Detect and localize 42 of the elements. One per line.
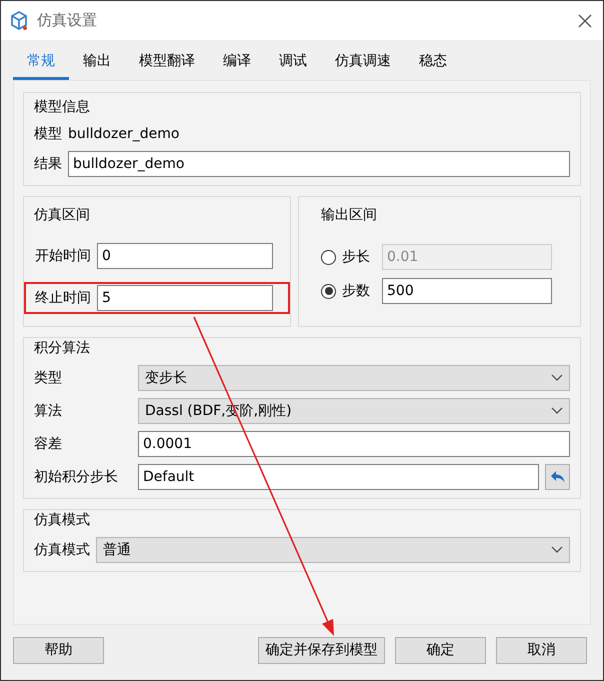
field-label: 算法	[34, 402, 63, 420]
field-label: 仿真模式	[34, 540, 90, 560]
field-label: 模型	[34, 125, 62, 144]
tab[interactable]: 模型翻译	[125, 48, 209, 80]
dialog-button[interactable]: 确定	[395, 637, 486, 664]
dialog-button[interactable]: 确定并保存到模型	[258, 637, 385, 664]
field-label: 终止时间	[35, 288, 91, 308]
field-label: 开始时间	[35, 246, 91, 266]
input-field[interactable]: 5	[97, 285, 273, 311]
model-name: bulldozer_demo	[68, 125, 180, 144]
dropdown[interactable]: 变步长	[138, 365, 570, 391]
input-field[interactable]: bulldozer_demo	[68, 151, 570, 177]
tab[interactable]: 稳态	[405, 48, 461, 80]
window-title: 仿真设置	[37, 10, 98, 32]
tab[interactable]: 编译	[209, 48, 265, 80]
radio-button[interactable]: 步数	[321, 280, 370, 302]
chevron-down-icon	[551, 407, 563, 415]
tab[interactable]: 仿真调速	[321, 48, 405, 80]
tab[interactable]: 输出	[69, 48, 125, 80]
field-label: 类型	[34, 368, 63, 388]
tab[interactable]: 调试	[265, 48, 321, 80]
input-field[interactable]: 0	[97, 243, 273, 269]
reset-button[interactable]	[545, 464, 570, 490]
cube-icon	[9, 10, 29, 32]
group-title: 仿真模式	[34, 511, 91, 530]
input-field[interactable]: 0.0001	[138, 431, 570, 457]
dialog-button[interactable]: 取消	[496, 637, 587, 664]
group-title: 积分算法	[34, 339, 91, 358]
input-field[interactable]: 500	[382, 278, 552, 304]
chevron-down-icon	[551, 546, 563, 554]
chevron-down-icon	[551, 374, 563, 382]
dropdown[interactable]: 普通	[96, 537, 570, 563]
dialog-button[interactable]: 帮助	[13, 637, 104, 664]
field-label: 结果	[34, 154, 62, 174]
undo-arrow-icon	[550, 470, 566, 484]
group-title: 仿真区间	[34, 206, 91, 225]
input-field[interactable]: Default	[138, 464, 539, 490]
field-label: 初始积分步长	[34, 468, 119, 486]
close-button[interactable]	[577, 12, 593, 28]
field-label: 容差	[34, 434, 63, 454]
group-title: 模型信息	[34, 98, 91, 117]
group-title: 输出区间	[321, 206, 378, 225]
